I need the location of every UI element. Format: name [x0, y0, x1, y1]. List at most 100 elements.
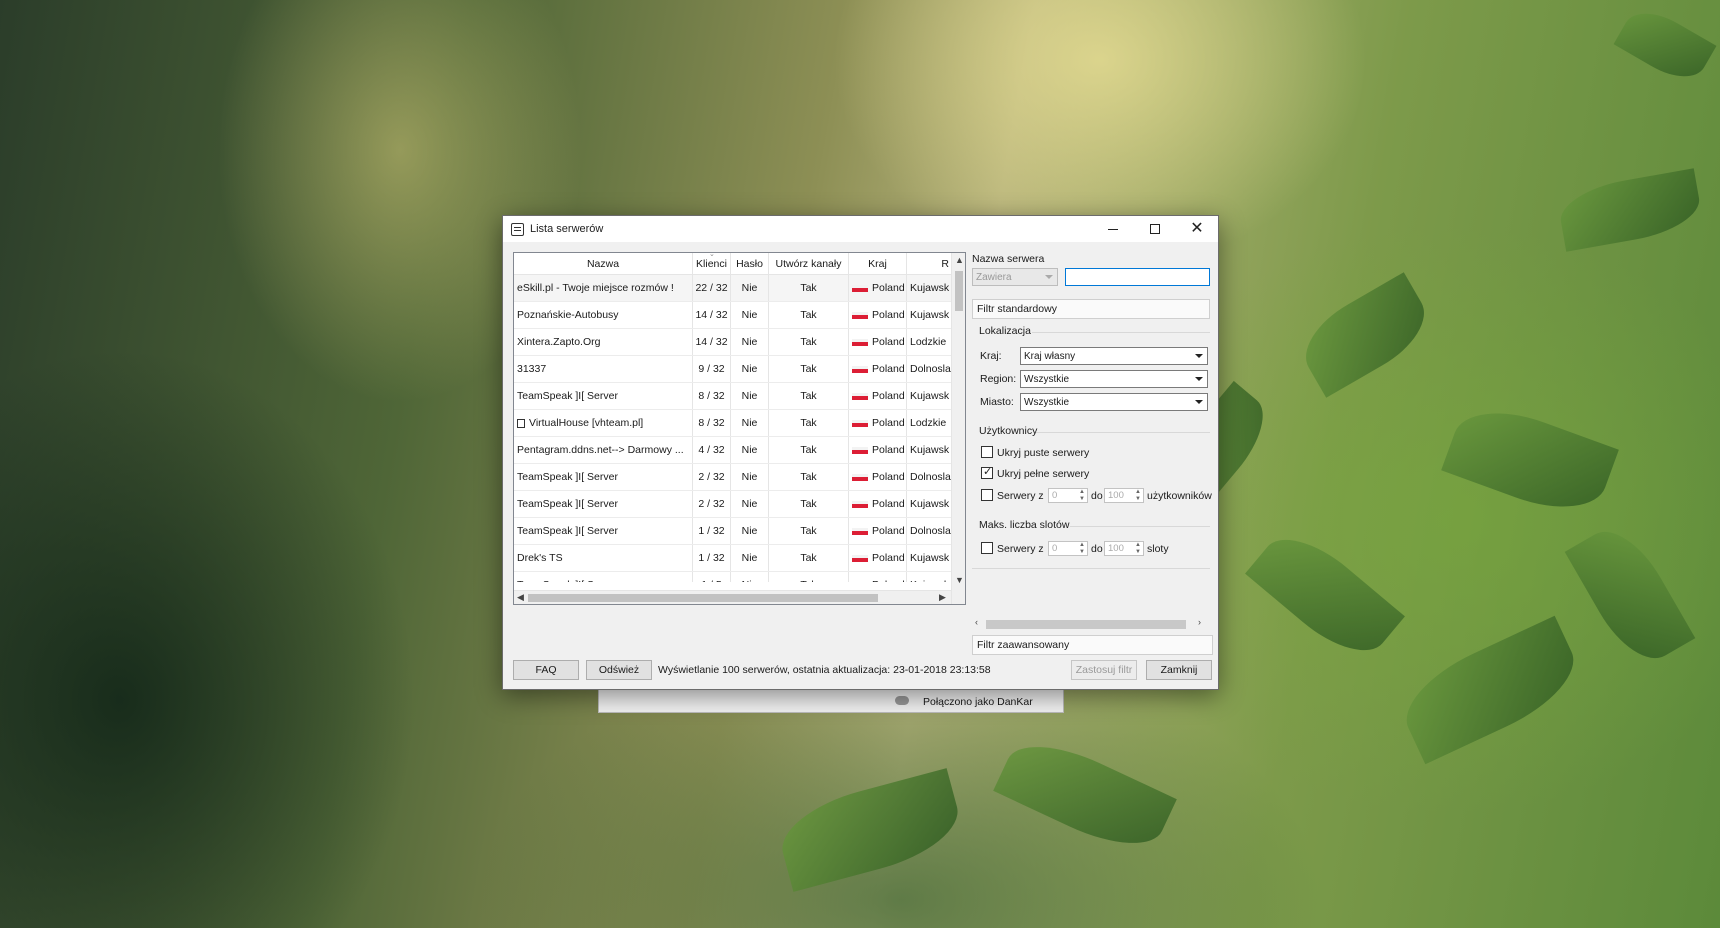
column-header-password[interactable]: Hasło [731, 253, 769, 274]
server-name-search-input[interactable] [1065, 268, 1210, 286]
table-row[interactable]: Drek's TS 1 / 32 Nie Tak Poland Kujawsk [514, 545, 965, 572]
scroll-up-icon[interactable]: ▲ [955, 255, 964, 265]
country-select[interactable]: Kraj własny [1020, 347, 1208, 365]
column-header-region[interactable]: R [907, 253, 951, 274]
table-row[interactable]: 31337 9 / 32 Nie Tak Poland Dolnosla [514, 356, 965, 383]
column-header-name[interactable]: Nazwa [514, 253, 693, 274]
users-suffix-label: użytkowników [1147, 490, 1212, 502]
cell-name-text: TeamSpeak ]I[ Server [517, 525, 618, 537]
slots-range-checkbox[interactable] [981, 542, 993, 554]
divider [1070, 526, 1210, 527]
scroll-left-icon[interactable]: ◀ [517, 592, 524, 603]
cell-password: Nie [731, 545, 769, 571]
table-row[interactable]: TeamSpeak ]I[ Server 1 / 32 Nie Tak Poland Do… [514, 518, 965, 545]
table-row[interactable]: TeamSpeak ]I[ Server 8 / 32 Nie Tak Poland Ku… [514, 383, 965, 410]
cell-name: Poznańskie-Autobusy [514, 302, 693, 328]
cell-clients: 4 / 32 [693, 437, 731, 463]
maximize-button[interactable] [1134, 216, 1176, 242]
cell-country: Poland [849, 518, 907, 544]
users-max-spinbox[interactable]: 100 ▲ ▼ [1104, 488, 1144, 503]
city-select[interactable]: Wszystkie [1020, 393, 1208, 411]
cell-password: Nie [731, 491, 769, 517]
slots-group-title: Maks. liczba slotów [979, 519, 1070, 531]
standard-filter-header[interactable]: Filtr standardowy [972, 299, 1210, 319]
spin-arrows-icon[interactable]: ▲ ▼ [1079, 489, 1085, 503]
filter-panel: Nazwa serwera Zawiera Filtr standardowy … [970, 252, 1213, 629]
cell-region: Dolnosla [907, 356, 951, 382]
cell-password: Nie [731, 464, 769, 490]
cell-password: Nie [731, 437, 769, 463]
cell-password-text: Nie [741, 390, 758, 402]
cell-country-text: Poland [872, 309, 905, 321]
region-select[interactable]: Wszystkie [1020, 370, 1208, 388]
minimize-button[interactable] [1092, 216, 1134, 242]
table-row[interactable]: TeamSpeak ]I[ Server 1 / 5 Nie Tak Poland Kuj… [514, 572, 965, 582]
faq-button[interactable]: FAQ [513, 660, 579, 680]
cell-clients: 14 / 32 [693, 329, 731, 355]
apply-filter-button[interactable]: Zastosuj filtr [1071, 660, 1137, 680]
cell-region: Kujawsk [907, 437, 951, 463]
cell-name: Drek's TS [514, 545, 693, 571]
table-horizontal-scrollbar[interactable]: ◀ ▶ [514, 590, 951, 604]
cell-region-text: Kujawsk [910, 282, 950, 294]
refresh-button[interactable]: Odśwież [586, 660, 652, 680]
cell-clients-text: 8 / 32 [698, 417, 725, 429]
slots-suffix-label: sloty [1147, 543, 1169, 555]
table-vertical-scrollbar[interactable]: ▲ ▼ [951, 253, 965, 604]
cell-name: eSkill.pl - Twoje miejsce rozmów ! [514, 275, 693, 301]
cell-name: TeamSpeak ]I[ Server [514, 518, 693, 544]
title-bar[interactable]: Lista serwerów ✕ [503, 216, 1218, 242]
users-range-checkbox[interactable] [981, 489, 993, 501]
close-button[interactable]: Zamknij [1146, 660, 1212, 680]
cell-create-channels-text: Tak [800, 525, 817, 537]
scrollbar-thumb[interactable] [955, 271, 963, 311]
users-min-spinbox[interactable]: 0 ▲ ▼ [1048, 488, 1088, 503]
table-row[interactable]: Poznańskie-Autobusy 14 / 32 Nie Tak Poland Ku… [514, 302, 965, 329]
divider [1036, 432, 1210, 433]
table-row[interactable]: TeamSpeak ]I[ Server 2 / 32 Nie Tak Poland Ku… [514, 491, 965, 518]
scrollbar-thumb[interactable] [986, 620, 1186, 629]
scrollbar-thumb[interactable] [528, 594, 878, 602]
cell-country-text: Poland [872, 390, 905, 402]
cell-create-channels-text: Tak [800, 336, 817, 348]
background-leaf [1291, 272, 1439, 398]
maximize-icon [1150, 224, 1160, 234]
table-row[interactable]: eSkill.pl - Twoje miejsce rozmów ! 22 / 3… [514, 275, 965, 302]
match-mode-select[interactable]: Zawiera [972, 268, 1058, 286]
slots-max-spinbox[interactable]: 100 ▲ ▼ [1104, 541, 1144, 556]
slots-min-spinbox[interactable]: 0 ▲ ▼ [1048, 541, 1088, 556]
table-row[interactable]: VirtualHouse [vhteam.pl] 8 / 32 Nie Tak Pola… [514, 410, 965, 437]
table-row[interactable]: Xintera.Zapto.Org 14 / 32 Nie Tak Poland Lodz… [514, 329, 965, 356]
table-row[interactable]: TeamSpeak ]I[ Server 2 / 32 Nie Tak Poland Do… [514, 464, 965, 491]
server-icon [517, 418, 525, 428]
cell-country: Poland [849, 437, 907, 463]
hide-empty-checkbox[interactable] [981, 446, 993, 458]
scroll-left-icon[interactable]: ‹ [975, 617, 978, 627]
region-label: Region: [980, 373, 1017, 385]
scroll-down-icon[interactable]: ▼ [955, 575, 964, 585]
cell-name-text: TeamSpeak ]I[ Server [517, 498, 618, 510]
spin-arrows-icon[interactable]: ▲ ▼ [1135, 542, 1141, 556]
cell-password: Nie [731, 302, 769, 328]
table-row[interactable]: Pentagram.ddns.net--> Darmowy ... 4 / 32 N… [514, 437, 965, 464]
cell-password-text: Nie [741, 363, 758, 375]
spin-arrows-icon[interactable]: ▲ ▼ [1135, 489, 1141, 503]
cell-clients-text: 4 / 32 [698, 444, 725, 456]
cell-create-channels-text: Tak [800, 498, 817, 510]
filter-horizontal-scrollbar[interactable]: ‹ › [972, 617, 1210, 631]
chevron-down-icon [1195, 400, 1203, 404]
scroll-right-icon[interactable]: › [1198, 617, 1201, 627]
close-window-button[interactable]: ✕ [1176, 216, 1218, 242]
column-header-create-channels[interactable]: Utwórz kanały [769, 253, 849, 274]
advanced-filter-header[interactable]: Filtr zaawansowany [972, 635, 1213, 655]
hide-full-checkbox[interactable] [981, 465, 993, 479]
column-header-country[interactable]: Kraj [849, 253, 907, 274]
cell-name: Pentagram.ddns.net--> Darmowy ... [514, 437, 693, 463]
poland-flag-icon [852, 284, 868, 292]
poland-flag-icon [852, 419, 868, 427]
cell-region-text: Lodzkie [910, 336, 947, 348]
background-leaf [1564, 516, 1696, 674]
window-controls: ✕ [1092, 216, 1218, 242]
scroll-right-icon[interactable]: ▶ [939, 592, 946, 603]
spin-arrows-icon[interactable]: ▲ ▼ [1079, 542, 1085, 556]
